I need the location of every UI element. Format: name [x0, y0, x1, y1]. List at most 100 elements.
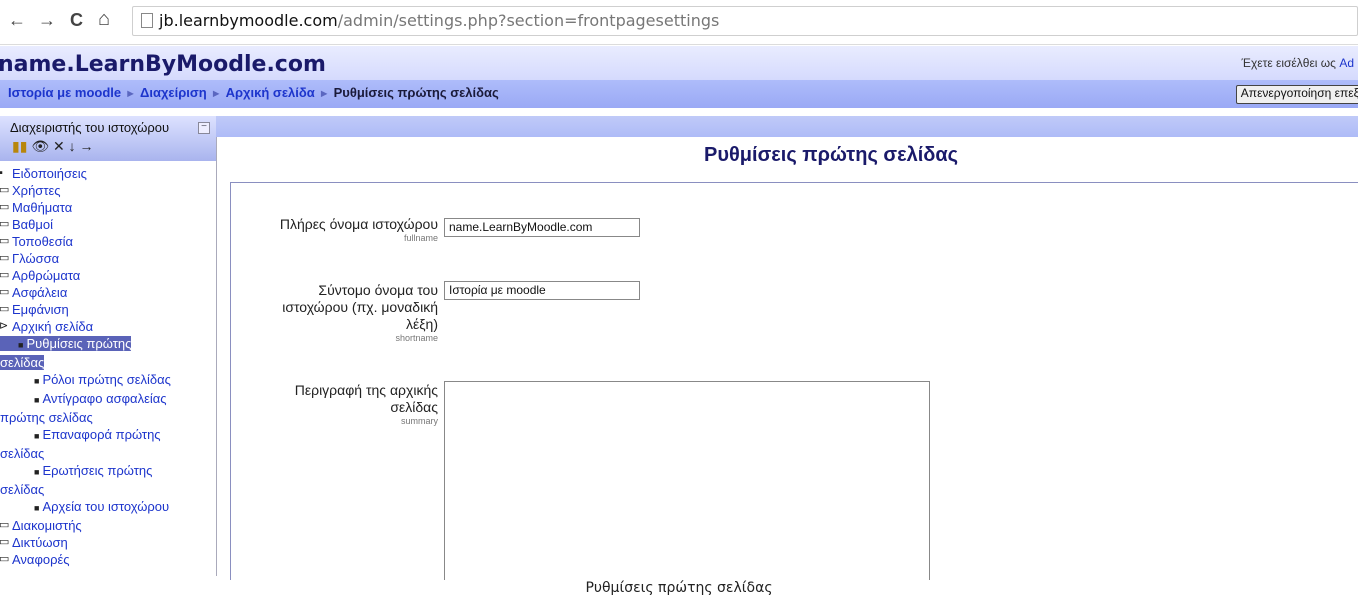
bullet-icon: ■ — [34, 395, 40, 405]
admin-tree: ▪Ειδοποιήσεις ▭Χρήστες ▭Μαθήματα ▭Βαθμοί… — [0, 165, 216, 568]
bullet-icon: ▪ — [0, 165, 3, 182]
tree-item-label: Αρθρώματα — [12, 268, 81, 283]
tree-item-networking[interactable]: ▭ Δικτύωση — [0, 534, 216, 551]
fullname-field[interactable] — [444, 218, 640, 237]
browser-toolbar: ← → C ⌂ jb.learnbymoodle.com/admin/setti… — [0, 0, 1358, 45]
tree-item-location[interactable]: ▭ Τοποθεσία — [0, 233, 216, 250]
tree-item-label: Διακομιστής — [12, 518, 82, 533]
folder-icon: ▭ — [0, 184, 10, 196]
collapse-icon[interactable]: − — [198, 122, 210, 134]
tree-item-label: Τοποθεσία — [12, 234, 74, 249]
breadcrumb-frontpage[interactable]: Αρχική σελίδα — [226, 85, 315, 100]
tree-item-label: Επαναφορά πρώτης — [42, 427, 161, 442]
tree-item-label: Ρόλοι πρώτης σελίδας — [42, 372, 171, 387]
turn-editing-off-button[interactable]: Απενεργοποίηση επεξ — [1235, 85, 1358, 104]
field-label: Σύντομο όνομα του — [318, 282, 438, 298]
content-top-bar — [216, 116, 1358, 137]
tree-item-server[interactable]: ▭ Διακομιστής — [0, 517, 216, 534]
tree-item-notifications[interactable]: ▪ Ειδοποιήσεις — [0, 165, 216, 182]
folder-icon: ▭ — [0, 252, 10, 264]
login-text: Έχετε εισέλθει ως — [1241, 56, 1336, 70]
breadcrumb-current: Ρυθμίσεις πρώτης σελίδας — [333, 85, 499, 100]
field-label: ιστοχώρου (πχ. μοναδική — [282, 299, 438, 315]
tree-item-label: Ερωτήσεις πρώτης — [42, 463, 153, 478]
tree-item-security[interactable]: ▭ Ασφάλεια — [0, 284, 216, 301]
site-header: name.LearnByMoodle.com Έχετε εισέλθει ως… — [0, 46, 1358, 80]
field-label: λέξη) — [406, 316, 438, 332]
tree-item-label: Μαθήματα — [12, 200, 73, 215]
tree-item-label: πρώτης σελίδας — [0, 410, 93, 425]
eye-icon[interactable]: 👁 — [31, 138, 49, 154]
tree-item-label: σελίδας — [0, 482, 45, 497]
breadcrumb-separator-icon: ► — [125, 88, 136, 100]
shortname-field[interactable] — [444, 281, 640, 300]
shortname-label: Σύντομο όνομα του ιστοχώρου (πχ. μοναδικ… — [222, 282, 438, 344]
tree-item-label: Δικτύωση — [12, 535, 68, 550]
bullet-icon: ■ — [34, 503, 40, 513]
bullet-icon: ■ — [34, 431, 40, 441]
field-label: σελίδας — [390, 399, 438, 415]
tree-item-frontpage[interactable]: ⊳ Αρχική σελίδα — [0, 318, 216, 335]
tree-item-label: Ρυθμίσεις πρώτης — [26, 336, 132, 351]
tree-item-label: Χρήστες — [12, 183, 61, 198]
folder-icon: ▭ — [0, 201, 10, 213]
tree-item-appearance[interactable]: ▭ Εμφάνιση — [0, 301, 216, 318]
tree-item-label: Αντίγραφο ασφαλείας — [42, 391, 167, 406]
field-key: summary — [400, 416, 438, 426]
block-move-icons[interactable]: ✕ ↓ → — [53, 138, 94, 154]
tree-item-label: σελίδας — [0, 355, 45, 370]
tree-item-label: Ειδοποιήσεις — [12, 166, 87, 181]
breadcrumb: Ιστορία με moodle ► Διαχείριση ► Αρχική σελί… — [8, 85, 499, 100]
breadcrumb-admin[interactable]: Διαχείριση — [140, 85, 207, 100]
tree-item-label: σελίδας — [0, 446, 45, 461]
url-path: /admin/settings.php?section=frontpageset… — [337, 11, 720, 30]
page-title: Ρυθμίσεις πρώτης σελίδας — [704, 144, 959, 166]
back-arrow-icon[interactable]: ← — [8, 10, 26, 31]
tree-subitem-frontpage-roles[interactable]: ■ Ρόλοι πρώτης σελίδας — [0, 371, 216, 390]
tree-item-grades[interactable]: ▭ Βαθμοί — [0, 216, 216, 233]
folder-icon: ▭ — [0, 269, 10, 281]
field-label: Περιγραφή της αρχικής — [294, 382, 438, 398]
tree-subitem-frontpage-restore[interactable]: ■ Επαναφορά πρώτης σελίδας — [0, 426, 216, 462]
breadcrumb-home[interactable]: Ιστορία με moodle — [8, 85, 121, 100]
tree-item-users[interactable]: ▭ Χρήστες — [0, 182, 216, 199]
login-user-link[interactable]: Ad — [1339, 56, 1354, 70]
folder-icon: ▭ — [0, 553, 10, 565]
tree-item-label: Αναφορές — [12, 552, 70, 567]
folder-icon: ▭ — [0, 536, 10, 548]
field-label: Πλήρες όνομα ιστοχώρου — [279, 216, 438, 232]
tree-subitem-site-files[interactable]: ■ Αρχεία του ιστοχώρου — [0, 498, 216, 517]
reload-icon[interactable]: C — [70, 10, 83, 31]
block-title: Διαχειριστής του ιστοχώρου — [10, 120, 170, 135]
tree-item-label: Αρχική σελίδα — [12, 319, 94, 334]
tree-subitem-frontpage-questions[interactable]: ■ Ερωτήσεις πρώτης σελίδας — [0, 462, 216, 498]
forward-arrow-icon[interactable]: → — [38, 10, 56, 31]
tree-subitem-frontpage-backup[interactable]: ■ Αντίγραφο ασφαλείας πρώτης σελίδας — [0, 390, 216, 426]
fullname-label: Πλήρες όνομα ιστοχώρου fullname — [222, 216, 438, 244]
block-tools: ▮▮ 👁 ✕ ↓ → — [12, 138, 94, 155]
address-bar[interactable]: jb.learnbymoodle.com/admin/settings.php?… — [132, 6, 1358, 36]
home-icon[interactable]: ⌂ — [98, 8, 110, 31]
hide-block-icon[interactable]: ▮▮ — [12, 138, 27, 154]
tree-subitem-frontpage-settings[interactable]: ■ Ρυθμίσεις πρώτης σελίδας — [0, 335, 216, 371]
tree-item-label: Εμφάνιση — [12, 302, 69, 317]
bullet-icon: ■ — [18, 340, 24, 350]
summary-textarea[interactable] — [444, 381, 930, 583]
folder-icon: ▭ — [0, 235, 10, 247]
page-icon — [141, 13, 153, 28]
tree-item-language[interactable]: ▭ Γλώσσα — [0, 250, 216, 267]
tree-item-reports[interactable]: ▭ Αναφορές — [0, 551, 216, 568]
navbar: Ιστορία με moodle ► Διαχείριση ► Αρχική σελί… — [0, 80, 1358, 108]
field-key: fullname — [403, 233, 438, 243]
site-admin-block: Διαχειριστής του ιστοχώρου − ▮▮ 👁 ✕ ↓ → … — [0, 116, 217, 576]
folder-icon: ▭ — [0, 286, 10, 298]
tree-item-modules[interactable]: ▭ Αρθρώματα — [0, 267, 216, 284]
folder-icon: ▭ — [0, 303, 10, 315]
tree-item-label: Βαθμοί — [12, 217, 54, 232]
url-text: jb.learnbymoodle.com/admin/settings.php?… — [159, 11, 719, 30]
caption: Ρυθμίσεις πρώτης σελίδας — [0, 580, 1358, 601]
breadcrumb-separator-icon: ► — [318, 88, 330, 100]
tree-item-label: Ασφάλεια — [12, 285, 68, 300]
url-domain: jb.learnbymoodle.com — [159, 11, 338, 30]
tree-item-courses[interactable]: ▭ Μαθήματα — [0, 199, 216, 216]
